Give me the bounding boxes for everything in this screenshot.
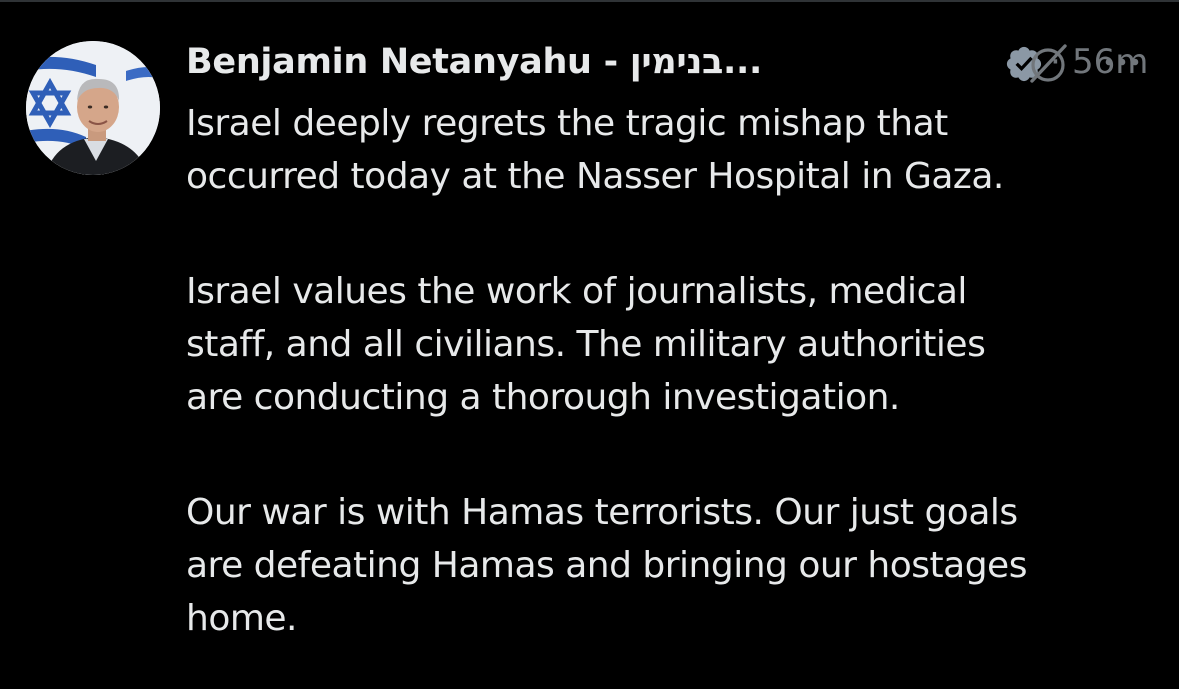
tweet-line: Our war is with Hamas terrorists. Our ju… [186,492,1018,533]
tweet-line: Israel values the work of journalists, m… [186,271,967,312]
author-display-name[interactable]: Benjamin Netanyahu - בנימין... [186,38,762,86]
tweet-line: staff, and all civilians. The military a… [186,324,986,365]
tweet-line: are conducting a thorough investigation. [186,377,900,418]
tweet-line: home. [186,598,298,639]
tweet-paragraph-1: Israel deeply regrets the tragic mishap … [186,97,1156,203]
tweet[interactable]: Benjamin Netanyahu - בנימין... · 56m Isr… [0,0,1179,689]
tweet-paragraph-2: Israel values the work of journalists, m… [186,265,1156,424]
profile-photo-icon [26,41,160,175]
tweet-text: Israel deeply regrets the tragic mishap … [186,97,1156,645]
tweet-paragraph-3: Our war is with Hamas terrorists. Our ju… [186,486,1156,645]
tweet-header: Benjamin Netanyahu - בנימין... · 56m [186,38,1148,86]
grok-icon[interactable] [1024,41,1072,85]
more-icon[interactable] [1098,48,1146,76]
tweet-line: Israel deeply regrets the tragic mishap … [186,103,948,144]
tweet-line: are defeating Hamas and bringing our hos… [186,545,1027,586]
avatar[interactable] [26,41,160,175]
tweet-line: occurred today at the Nasser Hospital in… [186,156,1004,197]
